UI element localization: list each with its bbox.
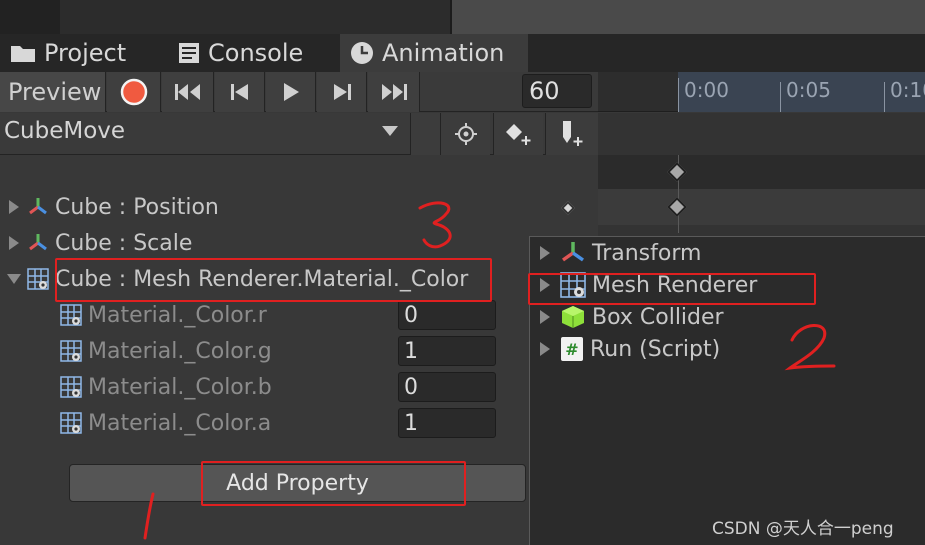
sub-property-row-r[interactable]: Material._Color.r <box>0 297 598 333</box>
next-keyframe-button[interactable] <box>317 72 367 112</box>
value-text: 1 <box>404 410 418 436</box>
sub-property-row-b[interactable]: Material._Color.b <box>0 369 598 405</box>
property-row-scale[interactable]: Cube : Scale <box>0 225 598 261</box>
chevron-right-icon <box>540 310 550 324</box>
transform-icon <box>29 234 47 251</box>
ruler-label: 0:10 <box>890 78 925 102</box>
chevron-right-icon[interactable] <box>9 200 19 214</box>
tab-project-label: Project <box>44 39 127 67</box>
ruler-tick <box>678 78 679 112</box>
popup-item-box-collider[interactable]: Box Collider <box>530 301 924 333</box>
popup-item-label: Box Collider <box>592 304 724 330</box>
dopesheet-summary-row <box>598 155 925 189</box>
filter-by-selection-button[interactable] <box>440 113 490 155</box>
last-key-icon <box>381 84 407 100</box>
preview-button[interactable]: Preview <box>0 72 106 112</box>
value-text: 0 <box>404 302 418 328</box>
prev-key-icon <box>230 84 248 100</box>
transform-icon <box>29 198 47 215</box>
property-row-position[interactable]: Cube : Position <box>0 189 598 225</box>
value-text: 0 <box>404 374 418 400</box>
value-field-r[interactable]: 0 <box>398 300 496 330</box>
console-icon <box>179 43 199 63</box>
record-icon <box>120 78 147 106</box>
watermark: CSDN @天人合一peng <box>712 519 894 539</box>
mesh-renderer-icon <box>60 376 82 398</box>
sub-property-label: Material._Color.r <box>88 302 267 328</box>
mesh-renderer-icon <box>60 340 82 362</box>
clip-spacer <box>410 113 440 155</box>
ruler-label: 0:00 <box>684 78 729 102</box>
box-collider-icon <box>562 306 584 328</box>
tab-project[interactable]: Project <box>0 34 165 72</box>
sub-property-row-g[interactable]: Material._Color.g <box>0 333 598 369</box>
preview-label: Preview <box>8 78 102 106</box>
chevron-down-icon[interactable] <box>7 274 21 284</box>
value-field-b[interactable]: 0 <box>398 372 496 402</box>
first-keyframe-button[interactable] <box>162 72 214 112</box>
frame-value: 60 <box>529 77 560 105</box>
tab-console[interactable]: Console <box>168 34 338 72</box>
property-label: Cube : Scale <box>55 230 193 256</box>
tab-animation[interactable]: Animation <box>340 34 528 72</box>
next-key-icon <box>333 84 351 100</box>
popup-item-run-script[interactable]: # Run (Script) <box>530 333 924 365</box>
add-event-icon <box>563 121 583 146</box>
prev-keyframe-button[interactable] <box>215 72 265 112</box>
annotation-box-3 <box>55 258 492 302</box>
chevron-down-icon <box>382 126 398 136</box>
mesh-renderer-icon <box>60 412 82 434</box>
play-button[interactable] <box>266 72 316 112</box>
last-keyframe-button[interactable] <box>368 72 420 112</box>
folder-icon <box>11 46 35 62</box>
value-field-a[interactable]: 1 <box>398 408 496 438</box>
add-keyframe-button[interactable] <box>493 113 543 155</box>
ruler-tick <box>884 82 885 112</box>
popup-item-label: Transform <box>592 240 702 266</box>
clip-name: CubeMove <box>4 118 126 144</box>
property-label: Cube : Position <box>55 194 219 220</box>
value-field-g[interactable]: 1 <box>398 336 496 366</box>
scene-view[interactable] <box>450 0 925 34</box>
popup-item-transform[interactable]: Transform <box>530 237 924 269</box>
top-middle-panel <box>60 0 450 34</box>
sub-property-row-a[interactable]: Material._Color.a <box>0 405 598 441</box>
svg-text:#: # <box>565 340 578 359</box>
chevron-right-icon <box>540 246 550 260</box>
chevron-right-icon <box>540 342 550 356</box>
annotation-box-2 <box>528 273 816 305</box>
value-text: 1 <box>404 338 418 364</box>
clock-icon <box>351 42 373 64</box>
filter-by-selection-icon <box>454 123 477 145</box>
sub-property-label: Material._Color.b <box>88 374 272 400</box>
tab-animation-label: Animation <box>382 39 505 67</box>
ruler-tick <box>780 82 781 112</box>
script-icon: # <box>561 337 583 361</box>
frame-field[interactable]: 60 <box>522 74 592 108</box>
record-button[interactable] <box>107 72 161 112</box>
add-event-button[interactable] <box>545 113 598 155</box>
popup-item-label: Run (Script) <box>590 336 721 362</box>
tab-console-label: Console <box>208 39 304 67</box>
mesh-renderer-icon <box>27 268 49 290</box>
play-icon <box>283 83 299 101</box>
transform-icon <box>561 242 585 262</box>
add-keyframe-icon <box>505 124 530 145</box>
top-left-panel <box>0 0 60 34</box>
mesh-renderer-icon <box>60 304 82 326</box>
sub-property-label: Material._Color.a <box>88 410 272 436</box>
ruler-label: 0:05 <box>786 78 831 102</box>
sub-property-label: Material._Color.g <box>88 338 272 364</box>
dopesheet-position-row <box>598 189 925 225</box>
annotation-box-1 <box>201 461 466 506</box>
chevron-right-icon[interactable] <box>9 236 19 250</box>
first-key-icon <box>174 84 200 100</box>
